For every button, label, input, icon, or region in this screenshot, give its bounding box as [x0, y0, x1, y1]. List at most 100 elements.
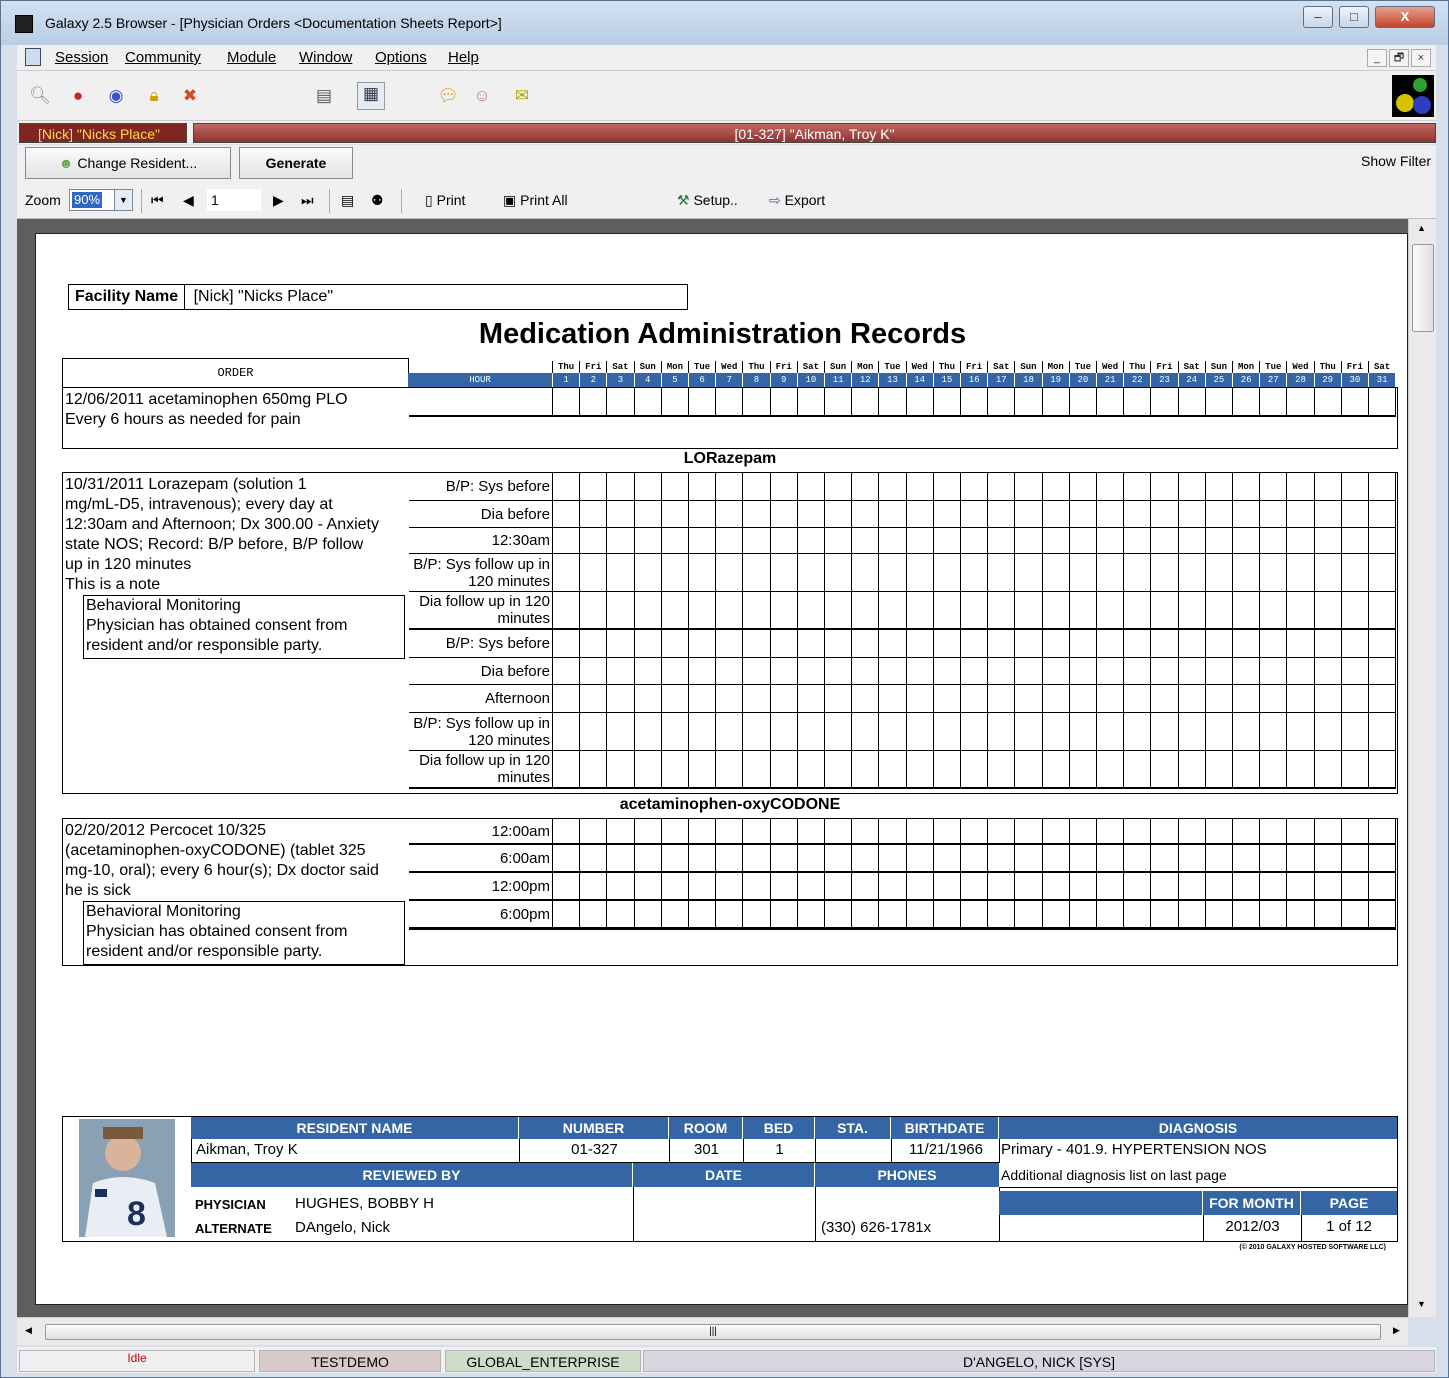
- administration-cell[interactable]: [825, 473, 853, 501]
- administration-cell[interactable]: [879, 901, 907, 929]
- administration-cell[interactable]: [988, 554, 1016, 592]
- administration-cell[interactable]: [743, 713, 771, 751]
- administration-cell[interactable]: [797, 901, 825, 929]
- administration-cell[interactable]: [825, 630, 853, 658]
- administration-cell[interactable]: [1097, 873, 1125, 901]
- administration-cell[interactable]: [797, 819, 825, 845]
- administration-cell[interactable]: [852, 473, 880, 501]
- administration-cell[interactable]: [689, 901, 717, 929]
- administration-cell[interactable]: [580, 819, 608, 845]
- administration-cell[interactable]: [661, 630, 689, 658]
- administration-cell[interactable]: [933, 901, 961, 929]
- print-button[interactable]: ▯ Print: [425, 192, 465, 209]
- administration-cell[interactable]: [1233, 473, 1261, 501]
- administration-cell[interactable]: [1260, 501, 1288, 528]
- scroll-right-icon[interactable]: ▶: [1393, 1325, 1400, 1336]
- administration-cell[interactable]: [961, 388, 989, 416]
- administration-cell[interactable]: [770, 473, 798, 501]
- administration-cell[interactable]: [661, 388, 689, 416]
- administration-cell[interactable]: [1260, 554, 1288, 592]
- administration-cell[interactable]: [1015, 473, 1043, 501]
- administration-cell[interactable]: [553, 473, 581, 501]
- administration-cell[interactable]: [743, 528, 771, 554]
- administration-cell[interactable]: [634, 873, 662, 901]
- administration-cell[interactable]: [1314, 713, 1342, 751]
- administration-cell[interactable]: [689, 873, 717, 901]
- administration-cell[interactable]: [1369, 845, 1397, 873]
- administration-cell[interactable]: [906, 473, 934, 501]
- administration-cell[interactable]: [634, 901, 662, 929]
- administration-cell[interactable]: [580, 658, 608, 685]
- administration-cell[interactable]: [961, 473, 989, 501]
- administration-cell[interactable]: [607, 901, 635, 929]
- administration-cell[interactable]: [1205, 658, 1233, 685]
- administration-cell[interactable]: [1341, 873, 1369, 901]
- administration-cell[interactable]: [1205, 845, 1233, 873]
- administration-cell[interactable]: [607, 713, 635, 751]
- administration-cell[interactable]: [743, 630, 771, 658]
- administration-cell[interactable]: [1287, 554, 1315, 592]
- administration-cell[interactable]: [1178, 388, 1206, 416]
- administration-cell[interactable]: [1260, 473, 1288, 501]
- administration-cell[interactable]: [933, 630, 961, 658]
- administration-cell[interactable]: [716, 501, 744, 528]
- administration-cell[interactable]: [580, 630, 608, 658]
- administration-cell[interactable]: [1314, 630, 1342, 658]
- administration-cell[interactable]: [906, 501, 934, 528]
- administration-cell[interactable]: [933, 713, 961, 751]
- administration-cell[interactable]: [1069, 501, 1097, 528]
- administration-cell[interactable]: [1151, 873, 1179, 901]
- administration-cell[interactable]: [933, 528, 961, 554]
- change-resident-button[interactable]: ☻ Change Resident...: [25, 147, 231, 179]
- administration-cell[interactable]: [607, 685, 635, 713]
- administration-cell[interactable]: [1124, 658, 1152, 685]
- administration-cell[interactable]: [1314, 819, 1342, 845]
- administration-cell[interactable]: [580, 751, 608, 789]
- administration-cell[interactable]: [553, 630, 581, 658]
- vertical-scroll-thumb[interactable]: [1412, 244, 1434, 332]
- administration-cell[interactable]: [1260, 630, 1288, 658]
- administration-cell[interactable]: [1314, 685, 1342, 713]
- administration-cell[interactable]: [1287, 873, 1315, 901]
- maximize-button[interactable]: □: [1339, 6, 1369, 28]
- administration-cell[interactable]: [879, 630, 907, 658]
- administration-cell[interactable]: [1341, 528, 1369, 554]
- administration-cell[interactable]: [661, 819, 689, 845]
- administration-cell[interactable]: [580, 592, 608, 630]
- administration-cell[interactable]: [770, 685, 798, 713]
- administration-cell[interactable]: [1205, 388, 1233, 416]
- administration-cell[interactable]: [1151, 751, 1179, 789]
- administration-cell[interactable]: [1369, 473, 1397, 501]
- administration-cell[interactable]: [879, 554, 907, 592]
- administration-cell[interactable]: [879, 388, 907, 416]
- administration-cell[interactable]: [1124, 873, 1152, 901]
- administration-cell[interactable]: [580, 501, 608, 528]
- mdi-close-button[interactable]: ×: [1411, 49, 1431, 67]
- administration-cell[interactable]: [825, 873, 853, 901]
- administration-cell[interactable]: [1287, 528, 1315, 554]
- administration-cell[interactable]: [1369, 819, 1397, 845]
- administration-cell[interactable]: [906, 901, 934, 929]
- administration-cell[interactable]: [1124, 501, 1152, 528]
- administration-cell[interactable]: [797, 473, 825, 501]
- administration-cell[interactable]: [1341, 751, 1369, 789]
- administration-cell[interactable]: [879, 873, 907, 901]
- menu-community[interactable]: Community: [125, 49, 201, 66]
- administration-cell[interactable]: [1341, 685, 1369, 713]
- administration-cell[interactable]: [770, 901, 798, 929]
- administration-cell[interactable]: [1151, 819, 1179, 845]
- administration-cell[interactable]: [553, 751, 581, 789]
- first-page-icon[interactable]: ⏮︎: [151, 192, 164, 209]
- administration-cell[interactable]: [797, 528, 825, 554]
- administration-cell[interactable]: [825, 713, 853, 751]
- administration-cell[interactable]: [1369, 554, 1397, 592]
- administration-cell[interactable]: [988, 713, 1016, 751]
- administration-cell[interactable]: [1178, 901, 1206, 929]
- administration-cell[interactable]: [1178, 713, 1206, 751]
- administration-cell[interactable]: [1341, 554, 1369, 592]
- administration-cell[interactable]: [716, 630, 744, 658]
- close-button[interactable]: X: [1375, 6, 1435, 28]
- administration-cell[interactable]: [906, 528, 934, 554]
- administration-cell[interactable]: [1015, 873, 1043, 901]
- chat-icon[interactable]: 💬︎: [437, 85, 459, 107]
